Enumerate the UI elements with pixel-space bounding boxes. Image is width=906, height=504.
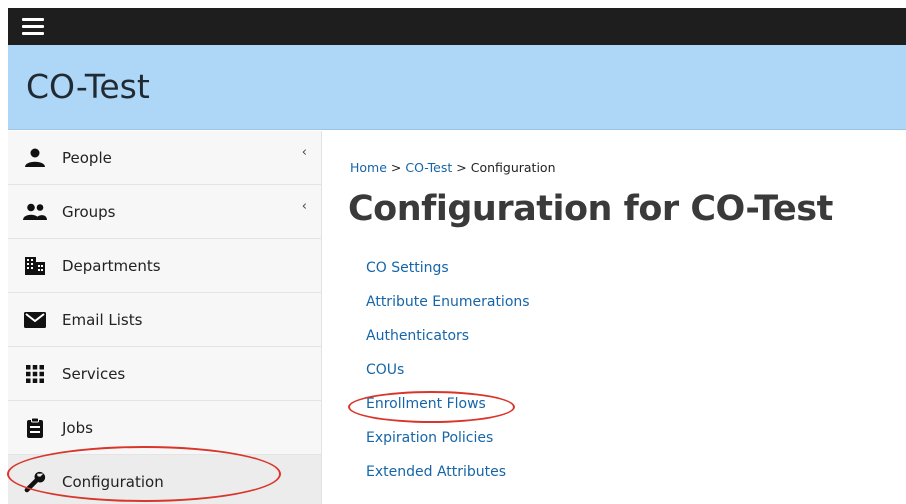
chevron-left-icon[interactable]: ‹ <box>302 145 307 160</box>
sidebar: People ‹ Groups ‹ Departments Email List… <box>8 131 322 504</box>
list-item: Attribute Enumerations <box>366 291 530 325</box>
list-item: Authenticators <box>366 325 530 359</box>
sidebar-item-label: Jobs <box>62 418 93 437</box>
sidebar-item-label: Configuration <box>62 472 164 491</box>
sidebar-item-label: People <box>62 148 112 167</box>
breadcrumb-current: Configuration <box>470 160 556 175</box>
configuration-links: CO Settings Attribute Enumerations Authe… <box>366 257 530 495</box>
sidebar-item-label: Services <box>62 364 126 383</box>
chevron-left-icon[interactable]: ‹ <box>302 199 307 214</box>
sidebar-item-label: Departments <box>62 256 161 275</box>
co-header: CO-Test <box>8 45 906 130</box>
sidebar-item-configuration[interactable]: Configuration <box>8 455 321 504</box>
link-extended-attributes[interactable]: Extended Attributes <box>366 464 506 480</box>
top-bar <box>8 8 906 45</box>
groups-icon <box>22 200 48 224</box>
link-authenticators[interactable]: Authenticators <box>366 328 469 344</box>
sidebar-item-services[interactable]: Services <box>8 347 321 401</box>
hamburger-icon[interactable] <box>22 18 44 36</box>
list-item: Expiration Policies <box>366 427 530 461</box>
breadcrumb: Home > CO-Test > Configuration <box>350 160 556 175</box>
sidebar-item-departments[interactable]: Departments <box>8 239 321 293</box>
breadcrumb-separator: > <box>456 160 467 175</box>
clipboard-icon <box>22 416 48 440</box>
sidebar-item-people[interactable]: People ‹ <box>8 131 321 185</box>
main-content: Home > CO-Test > Configuration Configura… <box>322 131 906 504</box>
sidebar-item-groups[interactable]: Groups ‹ <box>8 185 321 239</box>
link-cous[interactable]: COUs <box>366 362 404 378</box>
grid-icon <box>22 362 48 386</box>
link-expiration-policies[interactable]: Expiration Policies <box>366 430 493 446</box>
link-co-settings[interactable]: CO Settings <box>366 260 449 276</box>
sidebar-item-label: Email Lists <box>62 310 143 329</box>
sidebar-item-email-lists[interactable]: Email Lists <box>8 293 321 347</box>
building-icon <box>22 254 48 278</box>
link-enrollment-flows[interactable]: Enrollment Flows <box>366 396 486 412</box>
list-item: CO Settings <box>366 257 530 291</box>
person-icon <box>22 146 48 170</box>
breadcrumb-co[interactable]: CO-Test <box>405 160 452 175</box>
list-item: COUs <box>366 359 530 393</box>
co-title: CO-Test <box>26 67 150 106</box>
wrench-icon <box>22 470 48 494</box>
sidebar-item-label: Groups <box>62 202 116 221</box>
breadcrumb-home[interactable]: Home <box>350 160 387 175</box>
list-item: Extended Attributes <box>366 461 530 495</box>
list-item: Enrollment Flows <box>366 393 530 427</box>
page-title: Configuration for CO-Test <box>348 189 833 229</box>
envelope-icon <box>22 308 48 332</box>
link-attribute-enumerations[interactable]: Attribute Enumerations <box>366 294 530 310</box>
breadcrumb-separator: > <box>390 160 402 175</box>
sidebar-item-jobs[interactable]: Jobs <box>8 401 321 455</box>
